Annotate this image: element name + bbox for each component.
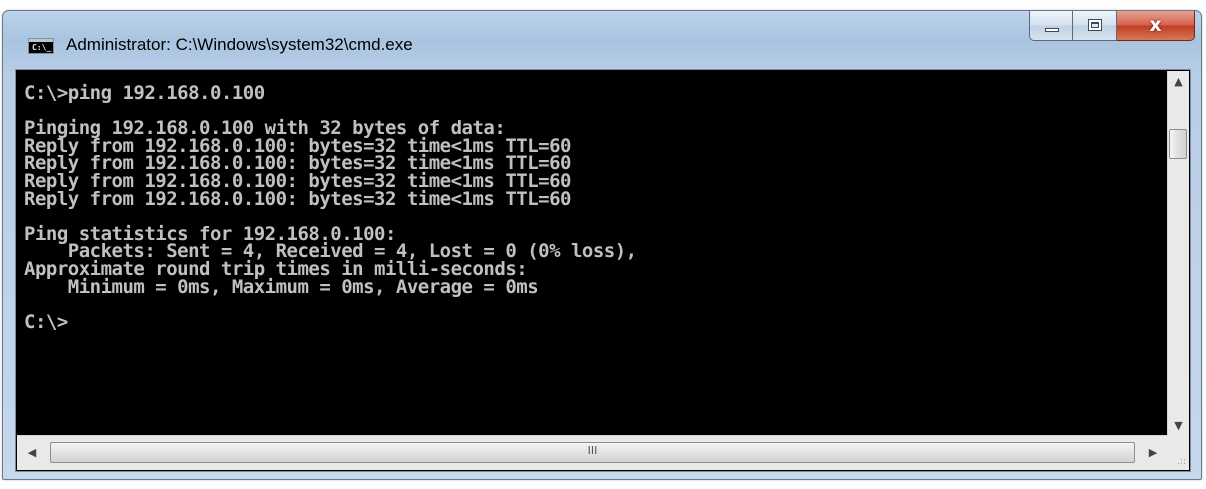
title-bar[interactable]: C:\_ Administrator: C:\Windows\system32\… — [3, 11, 1201, 69]
horizontal-scrollbar[interactable]: ◀ III ▶ — [17, 435, 1168, 470]
minimize-button[interactable] — [1029, 11, 1073, 41]
maximize-button[interactable] — [1073, 11, 1117, 41]
vertical-scrollbar[interactable]: ▲ ▼ — [1167, 71, 1189, 436]
console-output[interactable]: C:\>ping 192.168.0.100 Pinging 192.168.0… — [17, 71, 1168, 436]
minimize-icon — [1045, 28, 1059, 32]
scroll-left-arrow-icon[interactable]: ◀ — [17, 436, 47, 470]
console-line: Minimum = 0ms, Maximum = 0ms, Average = … — [24, 275, 539, 298]
scroll-right-arrow-icon[interactable]: ▶ — [1138, 436, 1168, 470]
vertical-scroll-thumb[interactable] — [1169, 129, 1187, 159]
window-title: Administrator: C:\Windows\system32\cmd.e… — [66, 35, 413, 54]
scroll-down-arrow-icon[interactable]: ▼ — [1168, 415, 1189, 436]
close-button[interactable]: x — [1117, 11, 1195, 41]
maximize-icon — [1088, 19, 1102, 31]
cmd-app-icon[interactable]: C:\_ — [28, 38, 54, 54]
scroll-up-arrow-icon[interactable]: ▲ — [1168, 71, 1189, 92]
caption-buttons: x — [1029, 11, 1195, 42]
console-line: C:\>ping 192.168.0.100 — [24, 82, 265, 104]
console-client-area: C:\>ping 192.168.0.100 Pinging 192.168.0… — [15, 69, 1191, 472]
console-prompt-line: C:\> — [24, 310, 68, 333]
cmd-icon-glyph: C:\_ — [32, 43, 52, 52]
console-line: Reply from 192.168.0.100: bytes=32 time<… — [24, 187, 571, 210]
scroll-grip-icon: III — [587, 444, 598, 457]
horizontal-scroll-thumb[interactable]: III — [50, 442, 1135, 463]
cmd-window: C:\_ Administrator: C:\Windows\system32\… — [2, 10, 1202, 480]
close-icon: x — [1149, 14, 1162, 36]
size-grip-icon[interactable]: .:: — [1167, 435, 1189, 470]
